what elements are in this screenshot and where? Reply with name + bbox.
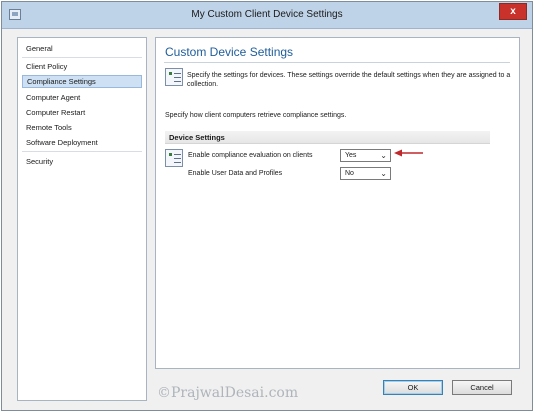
sidebar-item-remote-tools[interactable]: Remote Tools	[22, 121, 142, 134]
title-bar: My Custom Client Device Settings x	[2, 2, 532, 29]
setting-label-user-data-profiles: Enable User Data and Profiles	[188, 170, 283, 177]
user-data-profiles-select[interactable]: No ⌄	[340, 167, 391, 180]
select-value: No	[345, 170, 354, 177]
nav-divider	[22, 151, 142, 152]
close-button[interactable]: x	[499, 3, 527, 20]
setting-label-compliance-evaluation: Enable compliance evaluation on clients	[188, 152, 313, 159]
compliance-evaluation-select[interactable]: Yes ⌄	[340, 149, 391, 162]
checklist-icon	[165, 68, 183, 86]
page-description: Specify the settings for devices. These …	[187, 72, 511, 88]
settings-panel: Custom Device Settings Specify the setti…	[155, 37, 520, 369]
annotation-arrow-icon	[394, 149, 423, 157]
sidebar-item-client-policy[interactable]: Client Policy	[22, 60, 142, 73]
select-value: Yes	[345, 152, 357, 159]
checklist-icon	[165, 149, 183, 167]
watermark: ©PrajwalDesai.com	[157, 385, 299, 401]
sidebar-item-compliance-settings[interactable]: Compliance Settings	[22, 75, 142, 88]
settings-dialog: My Custom Client Device Settings x Gener…	[1, 1, 533, 411]
cancel-button[interactable]: Cancel	[452, 380, 512, 395]
sidebar-item-computer-agent[interactable]: Computer Agent	[22, 91, 142, 104]
page-title: Custom Device Settings	[165, 45, 294, 59]
instruction-text: Specify how client computers retrieve co…	[165, 112, 347, 119]
window-title: My Custom Client Device Settings	[191, 9, 343, 20]
sidebar-item-security[interactable]: Security	[22, 155, 142, 168]
chevron-down-icon: ⌄	[380, 151, 387, 160]
group-title: Device Settings	[169, 133, 225, 142]
sidebar-item-general[interactable]: General	[22, 42, 142, 55]
sidebar-item-software-deployment[interactable]: Software Deployment	[22, 136, 142, 149]
device-settings-group-header: Device Settings	[165, 131, 490, 144]
chevron-down-icon: ⌄	[380, 169, 387, 178]
sidebar-item-computer-restart[interactable]: Computer Restart	[22, 106, 142, 119]
ok-button[interactable]: OK	[383, 380, 443, 395]
sidebar-nav: General Client Policy Compliance Setting…	[17, 37, 147, 401]
nav-divider	[22, 57, 142, 58]
heading-divider	[164, 62, 510, 63]
